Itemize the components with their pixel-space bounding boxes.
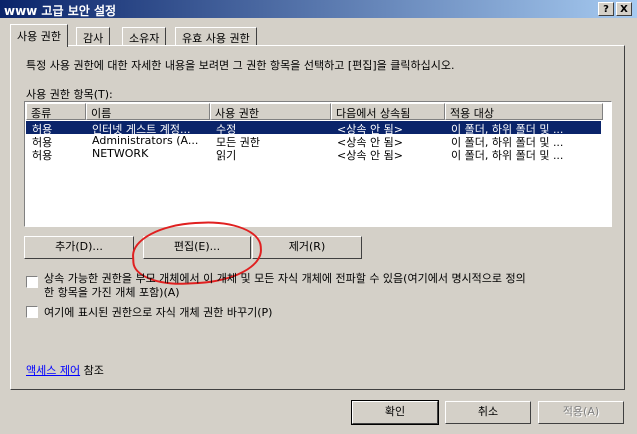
replace-child-permissions-checkbox[interactable] [26,306,38,318]
column-header-apply-to[interactable]: 적용 대상 [445,103,603,120]
access-control-suffix: 참조 [83,364,104,377]
row-name: NETWORK [92,147,149,160]
access-control-text: 액세스 제어 참조 [26,362,104,378]
table-row[interactable]: 허용 Administrators (A... 모든 권한 <상속 안 됨> 이… [26,134,601,149]
column-header-inherited-from[interactable]: 다음에서 상속됨 [331,103,445,120]
row-apply-to: 이 폴더, 하위 폴더 및 ... [451,149,564,162]
access-control-link[interactable]: 액세스 제어 [26,364,80,377]
replace-child-permissions-label: 여기에 표시된 권한으로 자식 개체 권한 바꾸기(P) [44,306,273,319]
row-name: Administrators (A... [92,134,199,147]
title-bar: www 고급 보안 설정 ? X [0,0,637,18]
ok-button[interactable]: 확인 [351,400,439,425]
column-header-permission[interactable]: 사용 권한 [210,103,331,120]
panel-description: 특정 사용 권한에 대한 자세한 내용을 보려면 그 권한 항목을 선택하고 [… [26,59,455,72]
row-permission: 읽기 [216,149,237,162]
inherit-permissions-checkbox[interactable] [26,276,38,288]
tab-effective-permissions[interactable]: 유효 사용 권한 [175,27,257,46]
remove-button[interactable]: 제거(R) [252,236,362,259]
table-row[interactable]: 허용 인터넷 게스트 계정... 수정 <상속 안 됨> 이 폴더, 하위 폴더… [26,121,601,136]
window-title: www 고급 보안 설정 [4,4,117,18]
tab-owner[interactable]: 소유자 [122,27,167,46]
column-header-type[interactable]: 종류 [26,103,86,120]
table-row[interactable]: 허용 NETWORK 읽기 <상속 안 됨> 이 폴더, 하위 폴더 및 ... [26,147,601,162]
permission-entries-label: 사용 권한 항목(T): [26,88,113,101]
add-button[interactable]: 추가(D)... [24,236,134,259]
tab-permissions[interactable]: 사용 권한 [10,24,68,47]
permission-entries-list[interactable]: 종류 이름 사용 권한 다음에서 상속됨 적용 대상 허용 인터넷 게스트 계정… [24,101,612,227]
edit-button[interactable]: 편집(E)... [143,236,251,259]
row-inherited-from: <상속 안 됨> [337,149,403,162]
cancel-button[interactable]: 취소 [445,401,531,424]
row-type: 허용 [32,149,53,162]
inherit-permissions-label-line2: 한 항목을 가진 개체 포함)(A) [44,286,180,299]
tab-auditing[interactable]: 감사 [76,27,111,46]
help-icon[interactable]: ? [598,2,614,16]
column-header-name[interactable]: 이름 [86,103,210,120]
close-icon[interactable]: X [616,2,632,16]
apply-button[interactable]: 적용(A) [538,401,624,424]
